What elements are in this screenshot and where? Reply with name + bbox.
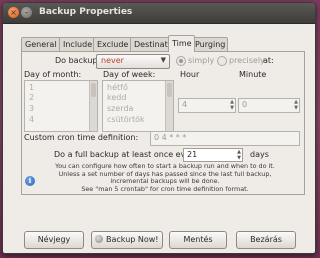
backup-now-label: Backup Now! — [106, 235, 159, 244]
tab-purging[interactable]: Purging — [191, 37, 228, 51]
minute-value: 0 — [242, 100, 248, 109]
close-button[interactable]: Bezárás — [236, 231, 296, 249]
info-line: See "man 5 crontab" for cron time defini… — [81, 184, 249, 193]
day-of-month-scrollbar[interactable] — [89, 81, 97, 131]
save-button[interactable]: Mentés — [169, 231, 227, 249]
list-item[interactable]: hétfő — [107, 83, 128, 92]
full-backup-days-value: 21 — [187, 150, 198, 159]
full-backup-days-spinner[interactable]: 21 ▲ ▼ — [183, 148, 243, 162]
spin-down-icon[interactable]: ▼ — [237, 155, 241, 161]
minimize-window-icon[interactable]: – — [21, 7, 32, 18]
day-of-week-label: Day of week: — [103, 70, 156, 79]
list-item[interactable]: kedd — [107, 93, 126, 102]
tab-general[interactable]: General — [21, 37, 61, 51]
scrollbar-thumb[interactable] — [91, 83, 96, 97]
day-of-month-label: Day of month: — [24, 70, 82, 79]
precisely-label: precisely — [229, 56, 265, 65]
day-of-week-list[interactable]: hétfő kedd szerda csütörtök — [102, 80, 174, 132]
scrollbar-thumb[interactable] — [167, 83, 172, 97]
do-backups-value: never — [101, 56, 124, 65]
list-item[interactable]: 4 — [29, 115, 34, 124]
minute-spinner[interactable]: 0 ▲ ▼ — [238, 98, 300, 113]
full-backup-unit: days — [250, 150, 269, 159]
cron-value: 0 4 * * * — [154, 133, 187, 142]
full-backup-label: Do a full backup at least once every — [54, 150, 199, 159]
title-bar: × – Backup Properties — [3, 3, 315, 24]
backup-now-icon — [95, 235, 104, 243]
day-of-month-list[interactable]: 1 2 3 4 — [24, 80, 98, 132]
about-button[interactable]: Névjegy — [24, 231, 84, 249]
spin-down-icon[interactable]: ▼ — [230, 105, 234, 111]
hour-spinner[interactable]: 4 ▲ ▼ — [178, 98, 236, 113]
hour-value: 4 — [182, 100, 188, 109]
list-item[interactable]: 2 — [29, 93, 34, 102]
do-backups-select[interactable]: never ▼ — [96, 54, 170, 69]
simply-label: simply — [188, 56, 215, 65]
list-item[interactable]: csütörtök — [107, 115, 145, 124]
list-item[interactable]: szerda — [107, 104, 133, 113]
do-backups-label: Do backups — [55, 56, 102, 65]
info-text: You can configure how often to start a b… — [40, 162, 290, 193]
list-item[interactable]: 1 — [29, 83, 34, 92]
backup-now-button[interactable]: Backup Now! — [91, 231, 163, 249]
tab-exclude[interactable]: Exclude — [93, 37, 133, 51]
tab-include[interactable]: Include — [59, 37, 96, 51]
day-of-week-scrollbar[interactable] — [165, 81, 173, 131]
precisely-radio[interactable] — [217, 56, 227, 66]
close-window-icon[interactable]: × — [8, 7, 19, 18]
chevron-down-icon: ▼ — [160, 56, 166, 64]
at-label: at: — [263, 56, 274, 65]
simply-radio[interactable] — [176, 56, 186, 66]
cron-label: Custom cron time definition: — [24, 133, 139, 142]
minute-label: Minute — [239, 70, 267, 79]
hour-label: Hour — [180, 70, 200, 79]
list-item[interactable]: 3 — [29, 104, 34, 113]
cron-input[interactable]: 0 4 * * * — [150, 131, 300, 146]
tab-time[interactable]: Time — [168, 35, 195, 52]
window-title: Backup Properties — [39, 7, 133, 17]
spin-down-icon[interactable]: ▼ — [294, 105, 298, 111]
info-icon: i — [25, 176, 35, 186]
